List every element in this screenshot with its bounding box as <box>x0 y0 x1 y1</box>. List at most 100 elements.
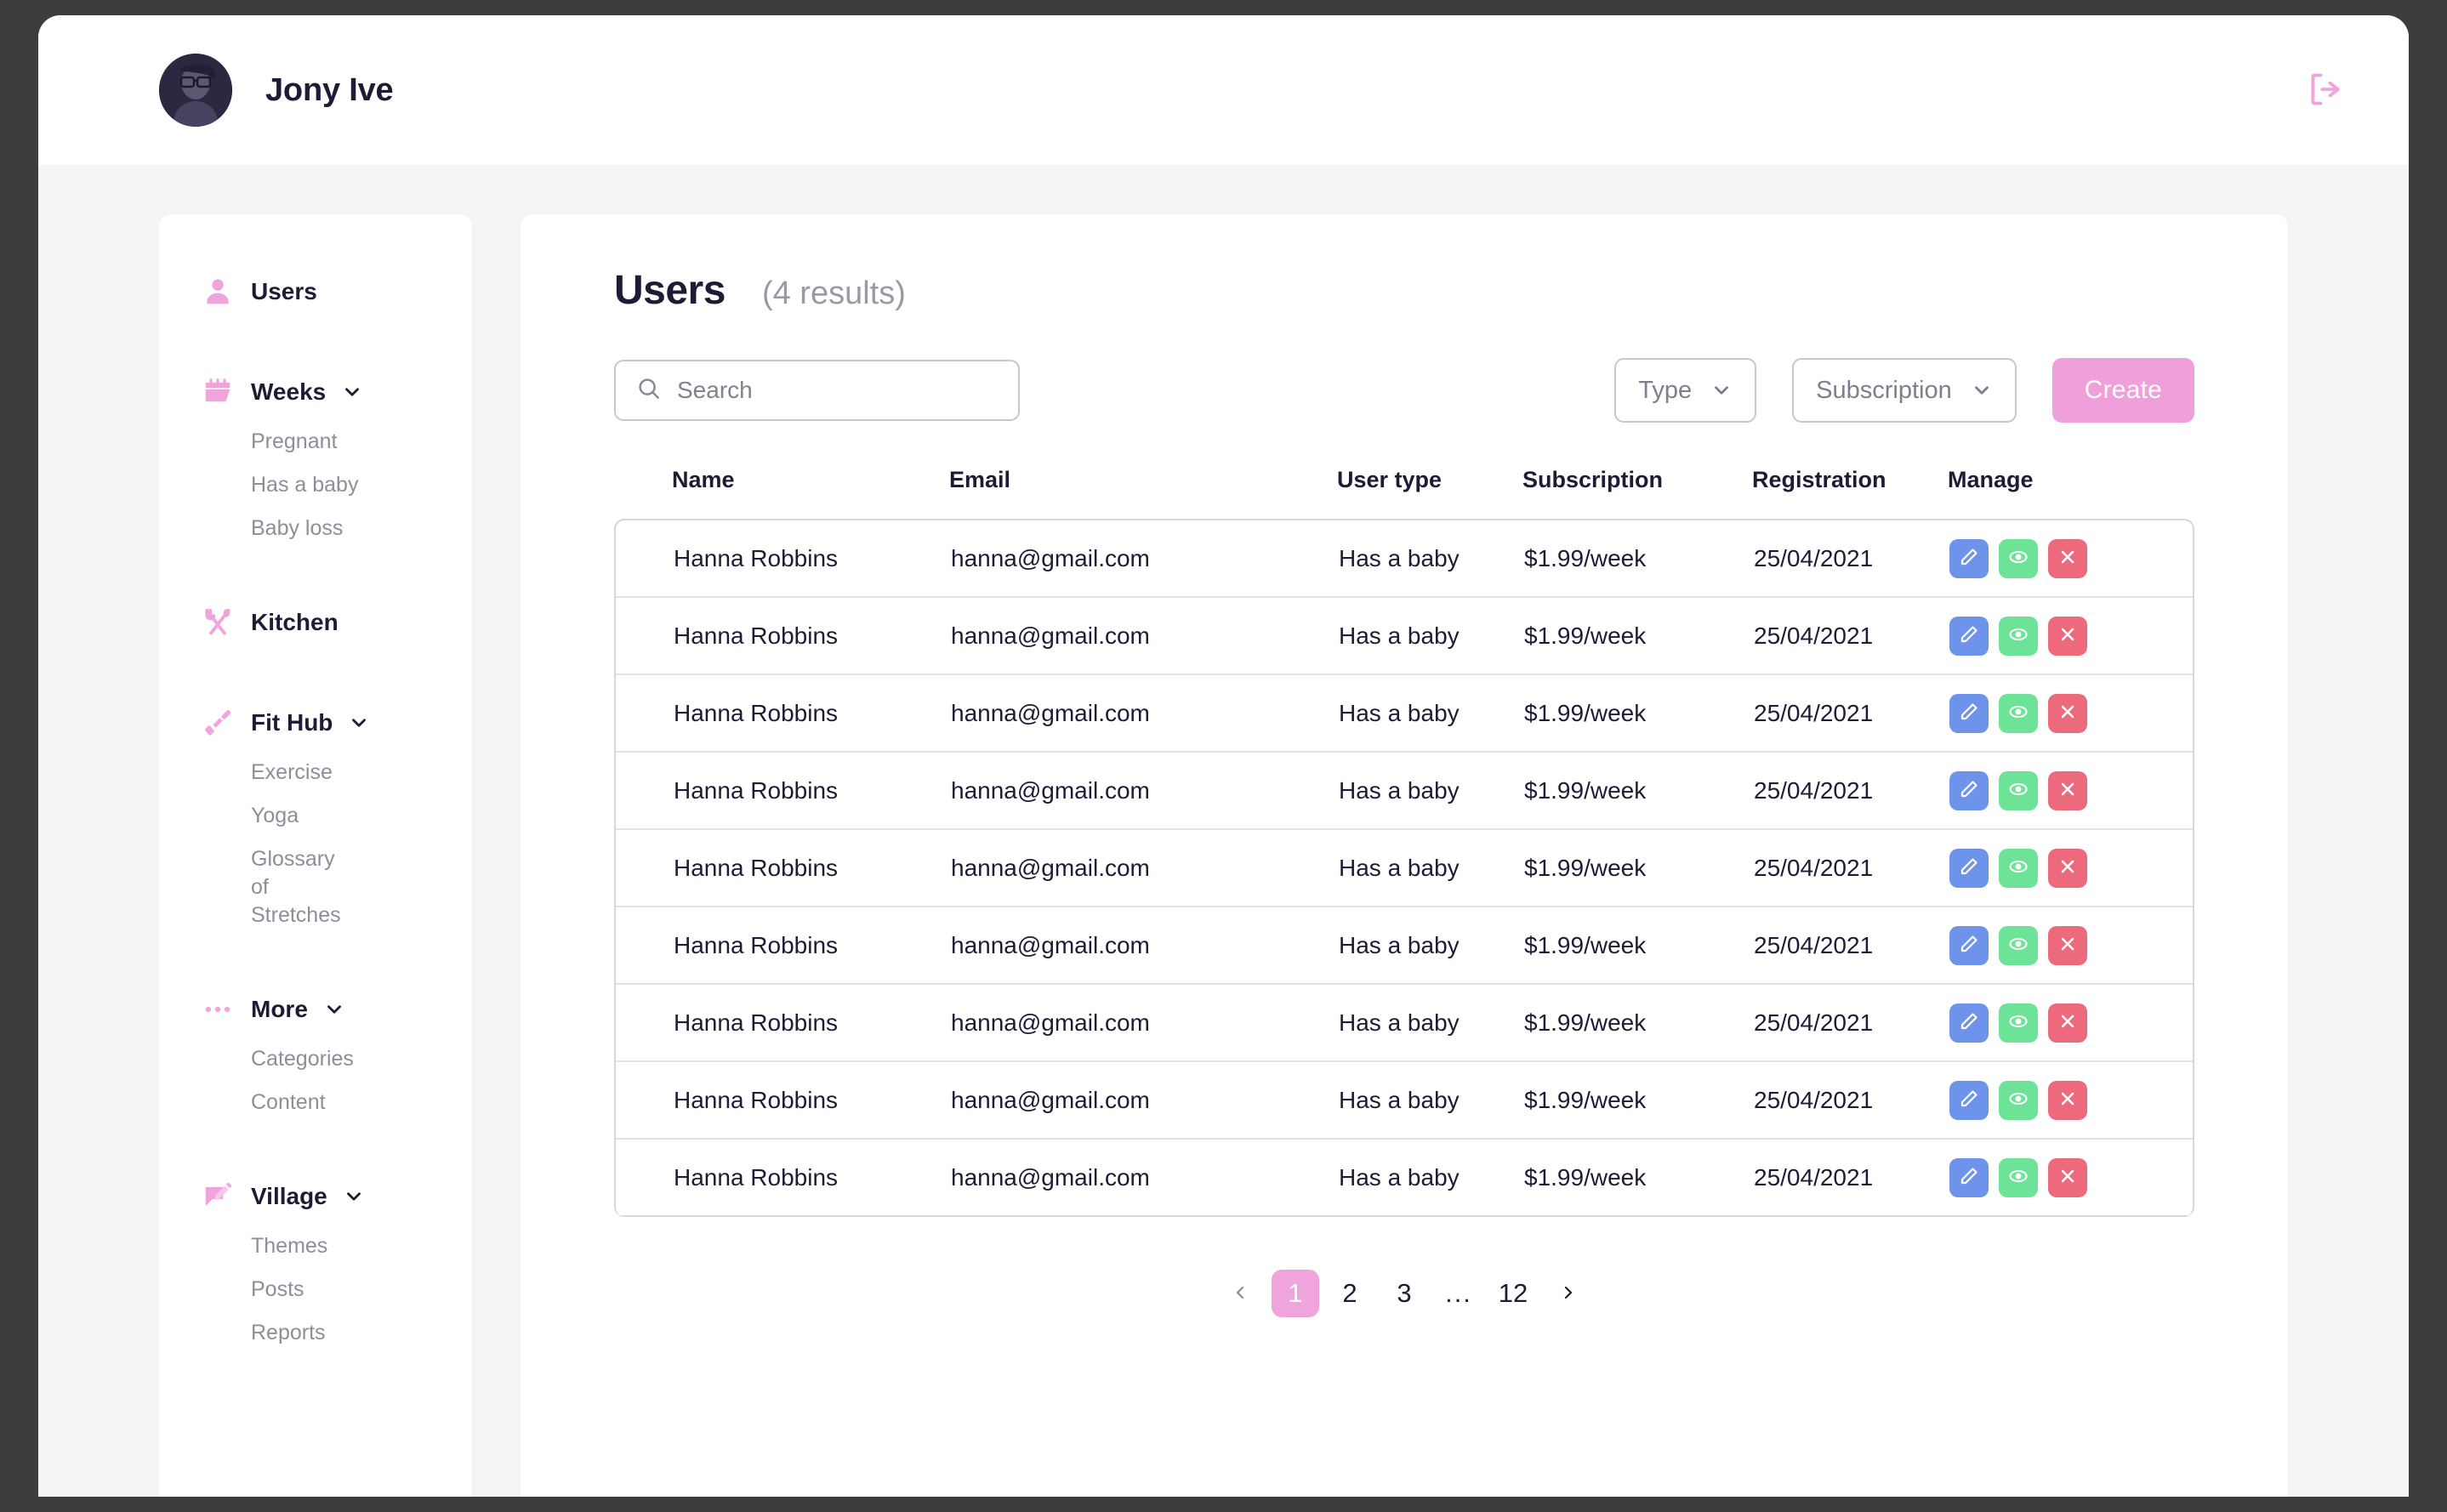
toolbar-right: Type Subscription Create <box>1614 358 2194 423</box>
sidebar-subitem-reports[interactable]: Reports <box>159 1311 440 1355</box>
filter-subscription-dropdown[interactable]: Subscription <box>1792 358 2017 423</box>
sidebar-subitem-has-a-baby[interactable]: Has a baby <box>159 463 440 507</box>
pagination-ellipsis: ... <box>1435 1270 1482 1317</box>
eye-icon <box>2008 1011 2029 1034</box>
cell-user-type: Has a baby <box>1339 776 1460 804</box>
pagination-page-3[interactable]: 3 <box>1380 1270 1428 1317</box>
sidebar-subitem-baby-loss[interactable]: Baby loss <box>159 507 440 550</box>
delete-button[interactable] <box>2048 693 2087 733</box>
ellipsis-icon <box>202 993 241 1026</box>
edit-button[interactable] <box>1949 925 1989 965</box>
delete-button[interactable] <box>2048 848 2087 888</box>
logout-button[interactable] <box>2303 68 2347 112</box>
cell-name: Hanna Robbins <box>674 622 839 649</box>
sidebar-item-village[interactable]: Village <box>159 1168 472 1225</box>
row-actions <box>1949 848 2145 888</box>
cell-registration: 25/04/2021 <box>1754 1163 1874 1191</box>
sidebar-group-more: More Categories Content <box>159 981 472 1124</box>
view-button[interactable] <box>1999 693 2038 733</box>
pagination-page-12[interactable]: 12 <box>1489 1270 1537 1317</box>
chevron-down-icon <box>1971 379 1993 401</box>
pagination-page-1[interactable]: 1 <box>1272 1270 1319 1317</box>
chat-pencil-icon <box>202 1180 241 1213</box>
cell-manage <box>1949 925 2145 965</box>
edit-button[interactable] <box>1949 616 1989 656</box>
close-icon <box>2057 702 2078 725</box>
search-box[interactable] <box>614 360 1020 421</box>
pagination-prev[interactable] <box>1217 1270 1265 1317</box>
view-button[interactable] <box>1999 770 2038 810</box>
chevron-down-icon <box>323 998 345 1020</box>
filter-type-dropdown[interactable]: Type <box>1614 358 1757 423</box>
view-button[interactable] <box>1999 848 2038 888</box>
view-button[interactable] <box>1999 538 2038 578</box>
pagination-next[interactable] <box>1544 1270 1591 1317</box>
edit-button[interactable] <box>1949 1003 1989 1043</box>
cell-email: hanna@gmail.com <box>951 931 1150 958</box>
table-row: Hanna Robbins hanna@gmail.com Has a baby $1… <box>616 675 2193 753</box>
cell-user-type: Has a baby <box>1339 544 1460 571</box>
delete-button[interactable] <box>2048 1080 2087 1120</box>
sidebar-item-fit-hub[interactable]: Fit Hub <box>159 695 472 751</box>
delete-button[interactable] <box>2048 616 2087 656</box>
view-button[interactable] <box>1999 616 2038 656</box>
fork-spoon-icon <box>202 606 241 639</box>
edit-button[interactable] <box>1949 770 1989 810</box>
edit-button[interactable] <box>1949 693 1989 733</box>
sidebar-subitem-content[interactable]: Content <box>159 1081 440 1124</box>
sidebar-subitem-categories[interactable]: Categories <box>159 1037 440 1081</box>
view-button[interactable] <box>1999 1157 2038 1197</box>
cell-subscription: $1.99/week <box>1524 622 1647 649</box>
delete-button[interactable] <box>2048 538 2087 578</box>
sidebar-subitem-pregnant[interactable]: Pregnant <box>159 420 440 463</box>
view-button[interactable] <box>1999 1080 2038 1120</box>
chevron-down-icon <box>1710 379 1733 401</box>
cell-manage <box>1949 770 2145 810</box>
sidebar-item-kitchen[interactable]: Kitchen <box>159 594 472 651</box>
cell-manage <box>1949 1003 2145 1043</box>
delete-button[interactable] <box>2048 925 2087 965</box>
pagination: 1 2 3... 12 <box>614 1270 2194 1317</box>
cell-user-type: Has a baby <box>1339 1086 1460 1113</box>
page-body: Users Weeks Pregnant Has a baby Baby los… <box>38 165 2409 1497</box>
sidebar-subitem-posts[interactable]: Posts <box>159 1268 440 1311</box>
column-header-registration: Registration <box>1752 467 1886 492</box>
sidebar-item-more[interactable]: More <box>159 981 472 1037</box>
sidebar-subitem-yoga[interactable]: Yoga <box>159 794 440 838</box>
close-icon <box>2057 624 2078 647</box>
edit-button[interactable] <box>1949 1080 1989 1120</box>
view-button[interactable] <box>1999 1003 2038 1043</box>
pencil-icon <box>1959 547 1979 570</box>
avatar[interactable] <box>159 54 232 127</box>
sidebar-subitem-exercise[interactable]: Exercise <box>159 751 440 794</box>
cell-name: Hanna Robbins <box>674 1009 839 1036</box>
cell-email: hanna@gmail.com <box>951 854 1150 881</box>
sidebar-item-users[interactable]: Users <box>159 264 472 320</box>
pagination-page-2[interactable]: 2 <box>1326 1270 1374 1317</box>
delete-button[interactable] <box>2048 770 2087 810</box>
eye-icon <box>2008 702 2029 725</box>
view-button[interactable] <box>1999 925 2038 965</box>
sidebar-subitem-glossary-of-stretches[interactable]: Glossary of Stretches <box>159 838 341 937</box>
delete-button[interactable] <box>2048 1157 2087 1197</box>
cell-subscription: $1.99/week <box>1524 699 1647 726</box>
sidebar-subitem-themes[interactable]: Themes <box>159 1225 440 1268</box>
edit-button[interactable] <box>1949 538 1989 578</box>
cell-name: Hanna Robbins <box>674 931 839 958</box>
filter-subscription-label: Subscription <box>1816 376 1952 404</box>
row-actions <box>1949 616 2145 656</box>
sidebar-item-weeks[interactable]: Weeks <box>159 364 472 420</box>
sidebar-group-village: Village Themes Posts Reports <box>159 1168 472 1355</box>
delete-button[interactable] <box>2048 1003 2087 1043</box>
sidebar-label: Village <box>251 1183 327 1209</box>
edit-button[interactable] <box>1949 1157 1989 1197</box>
table-row: Hanna Robbins hanna@gmail.com Has a baby $1… <box>616 1062 2193 1140</box>
search-input[interactable] <box>677 377 998 404</box>
edit-button[interactable] <box>1949 848 1989 888</box>
create-button[interactable]: Create <box>2051 358 2194 423</box>
sidebar-label: Fit Hub <box>251 709 333 736</box>
cell-registration: 25/04/2021 <box>1754 776 1874 804</box>
top-header-bar: Jony Ive <box>38 15 2409 165</box>
